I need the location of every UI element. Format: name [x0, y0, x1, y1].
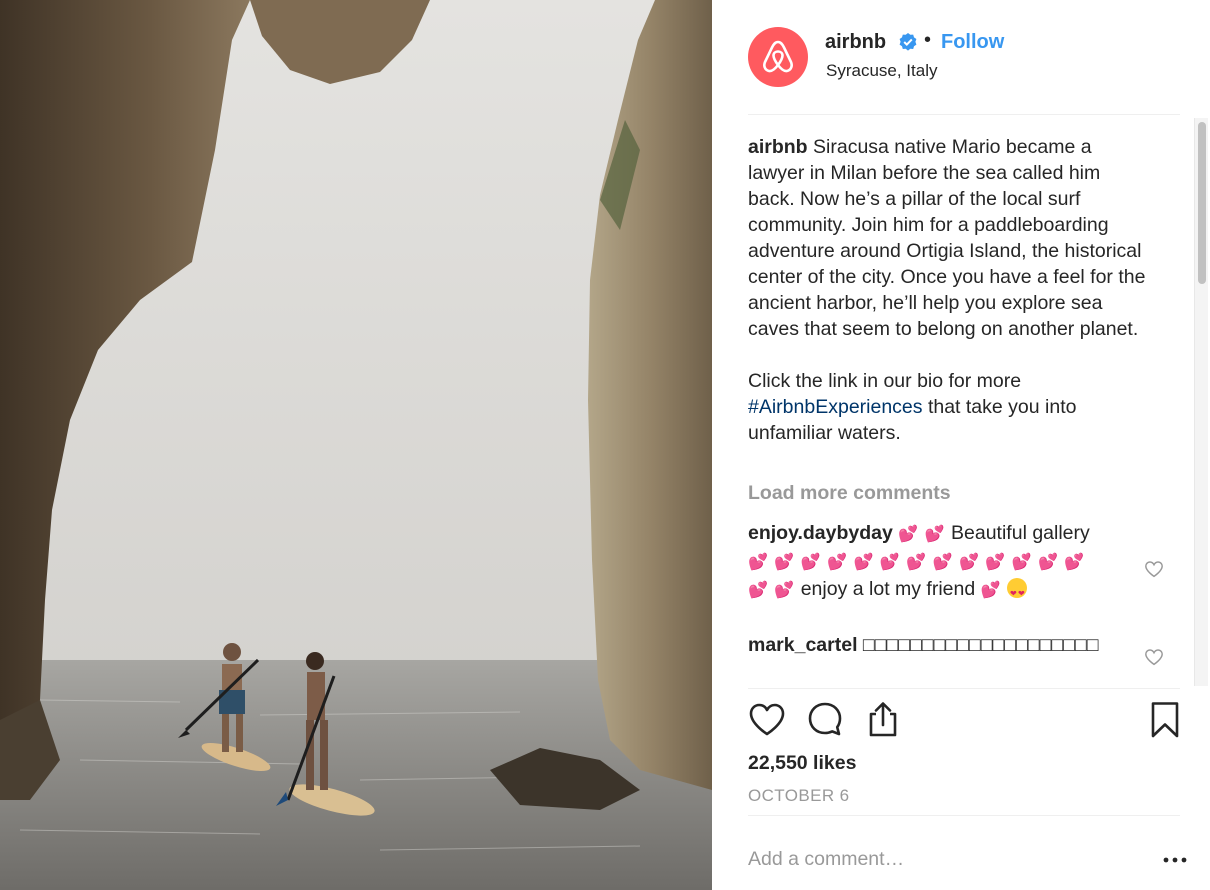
- airbnb-logo-icon: [763, 40, 793, 73]
- post-photo: [0, 0, 712, 890]
- add-comment-input[interactable]: [748, 844, 1128, 874]
- username-link[interactable]: airbnb: [825, 31, 886, 54]
- speech-bubble-icon[interactable]: [806, 700, 844, 740]
- load-more-comments-button[interactable]: Load more comments: [748, 482, 951, 505]
- share-upload-icon[interactable]: [864, 700, 902, 740]
- caption-text: Siracusa native Mario became a lawyer in…: [748, 136, 1146, 392]
- comment-like-heart-icon[interactable]: [1144, 648, 1164, 666]
- add-comment-section: [748, 815, 1187, 890]
- comment-item: mark_cartel □□□□□□□□□□□□□□□□□□□□: [748, 632, 1108, 658]
- ellipsis-icon[interactable]: [1162, 850, 1188, 870]
- comments-scrollbar[interactable]: [1194, 118, 1208, 686]
- sea-cave-paddleboard-photo: [0, 0, 712, 890]
- comment-text: Beautiful gallery: [945, 522, 1090, 544]
- location-link[interactable]: Syracuse, Italy: [826, 61, 938, 81]
- airbnb-logo-avatar[interactable]: [748, 27, 808, 87]
- likes-count[interactable]: 22,550 likes: [748, 752, 856, 775]
- caption-username[interactable]: airbnb: [748, 136, 808, 158]
- comment-item: enjoy.daybyday 💕 💕 Beautiful gallery 💕 💕…: [748, 520, 1108, 607]
- post-date[interactable]: OCTOBER 6: [748, 786, 850, 806]
- actions-divider: [748, 688, 1180, 689]
- comment-username[interactable]: mark_cartel: [748, 634, 858, 656]
- heart-emoji: 💕: [980, 582, 1002, 599]
- follow-button[interactable]: Follow: [941, 31, 1004, 54]
- heart-emoji: 💕 💕: [898, 526, 946, 543]
- hashtag-link[interactable]: #AirbnbExperiences: [748, 396, 923, 418]
- heart-outline-icon[interactable]: [748, 700, 786, 740]
- separator-dot: •: [924, 29, 932, 51]
- post-header: airbnb • Follow Syracuse, Italy: [712, 0, 1210, 114]
- scrollbar-thumb[interactable]: [1198, 122, 1206, 284]
- comment-text: enjoy a lot my friend: [795, 578, 981, 600]
- bookmark-icon[interactable]: [1146, 700, 1184, 740]
- comments-list[interactable]: airbnb Siracusa native Mario became a la…: [748, 126, 1188, 686]
- comment-username[interactable]: enjoy.daybyday: [748, 522, 893, 544]
- comment-text: □□□□□□□□□□□□□□□□□□□□: [857, 634, 1099, 656]
- post-caption: airbnb Siracusa native Mario became a la…: [748, 134, 1148, 446]
- header-divider: [748, 114, 1180, 115]
- post-detail-panel: airbnb • Follow Syracuse, Italy airbnb S…: [712, 0, 1210, 890]
- comment-like-heart-icon[interactable]: [1144, 560, 1164, 578]
- heart-eyes-emoji-icon: [1006, 578, 1027, 607]
- verified-badge-icon: [899, 33, 917, 51]
- post-actions: [748, 700, 1188, 744]
